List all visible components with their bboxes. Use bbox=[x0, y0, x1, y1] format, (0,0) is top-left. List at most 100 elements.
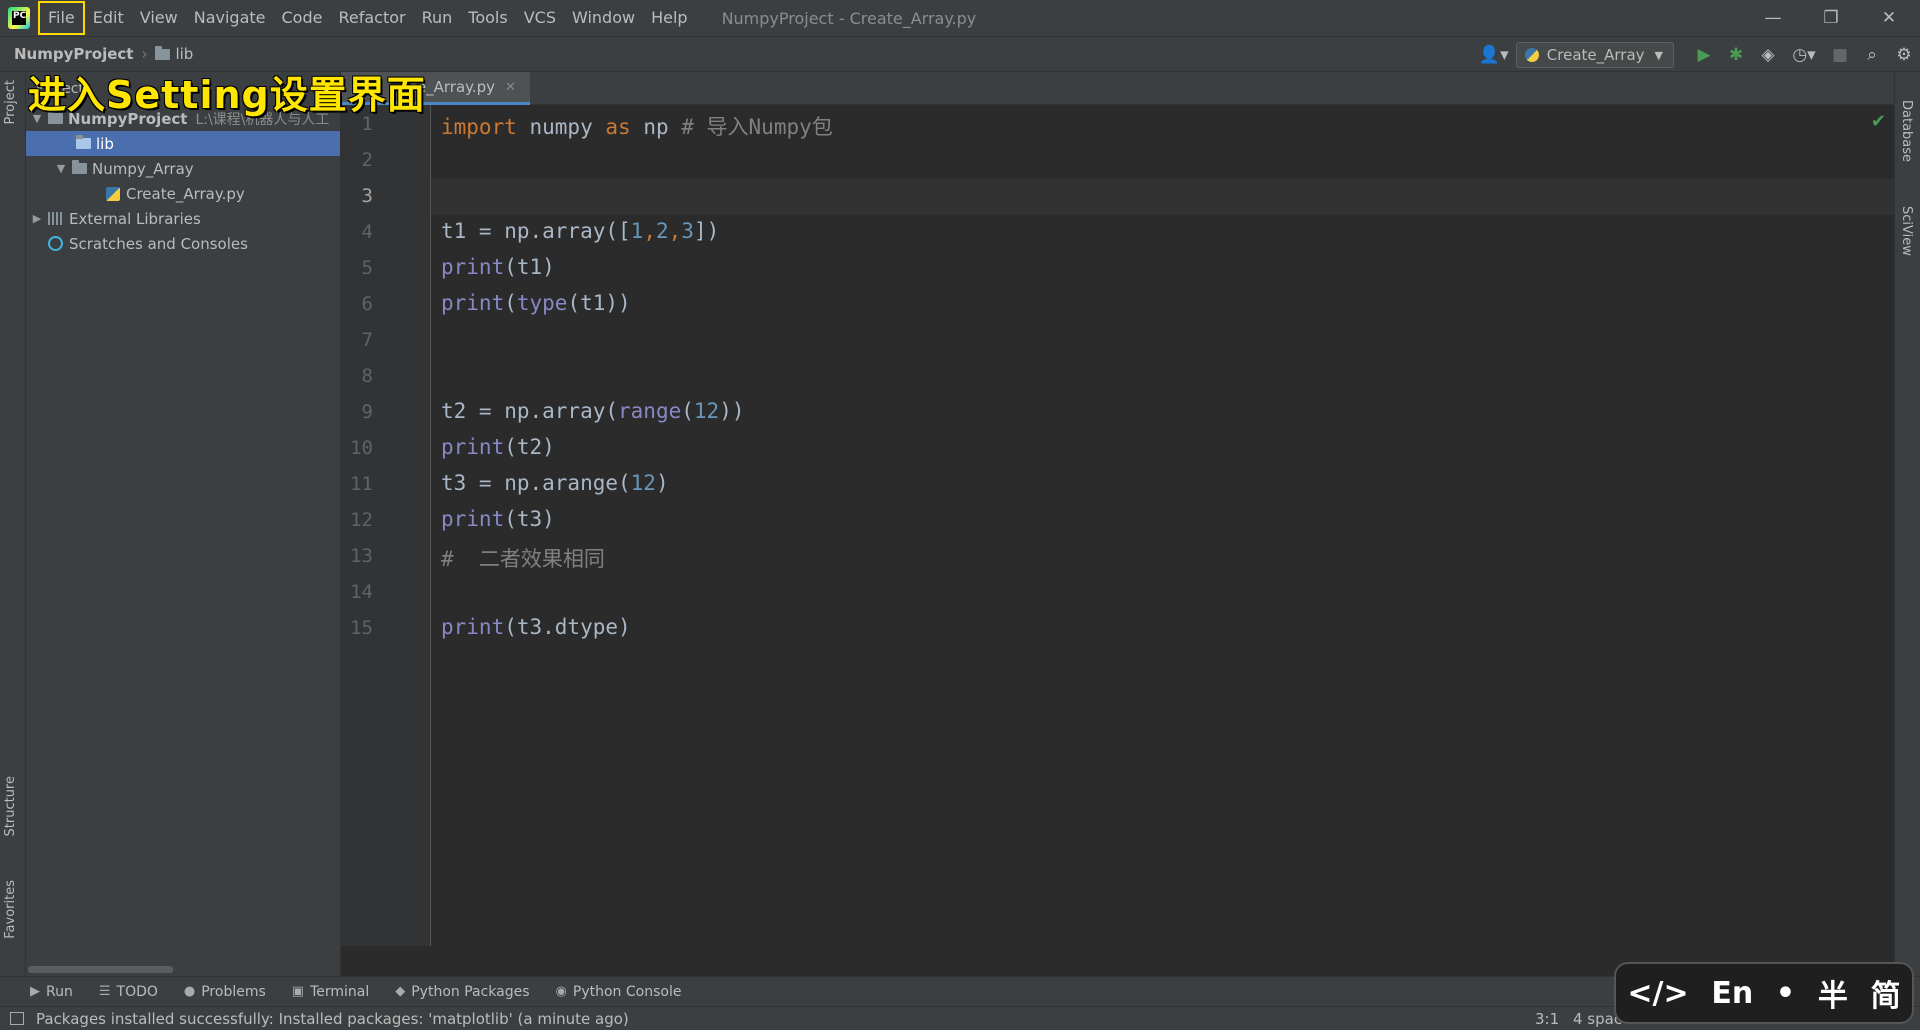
code-area[interactable]: import numpy as np # 导入Numpy包 t1 = np.ar… bbox=[431, 105, 1894, 946]
restore-button[interactable]: ❐ bbox=[1802, 0, 1860, 36]
breadcrumb-folder[interactable]: lib bbox=[175, 45, 193, 63]
menu-file[interactable]: File bbox=[38, 1, 85, 35]
tool-tab-database[interactable]: Database bbox=[1899, 100, 1914, 162]
menu-code[interactable]: Code bbox=[274, 0, 331, 36]
close-icon[interactable]: ✕ bbox=[505, 80, 516, 95]
tab-label: Run bbox=[46, 983, 73, 1000]
tab-problems[interactable]: ● Problems bbox=[184, 984, 266, 1000]
scratches-icon bbox=[48, 236, 63, 251]
tree-item-numpy-array[interactable]: ▼ Numpy_Array bbox=[26, 156, 340, 181]
list-icon: ☰ bbox=[98, 984, 111, 999]
stop-icon[interactable]: ■ bbox=[1824, 39, 1856, 71]
tree-item-project-root[interactable]: ▼ NumpyProject L:\课程\机器人与人工 bbox=[26, 106, 340, 131]
tree-item-label: External Libraries bbox=[69, 209, 201, 228]
tool-tab-favorites[interactable]: Favorites bbox=[3, 880, 18, 939]
tab-label: TODO bbox=[116, 983, 158, 1000]
chevron-down-icon[interactable]: ▼ bbox=[54, 162, 68, 175]
coverage-icon[interactable]: ◈ bbox=[1752, 39, 1784, 71]
toolbar-right: 👤▾ Create_Array ▼ ▶ ✱ ◈ ◷▾ ■ ⌕ ⚙ bbox=[1472, 37, 1920, 73]
current-line-highlight bbox=[431, 179, 1894, 215]
run-config-selector[interactable]: Create_Array ▼ bbox=[1515, 42, 1674, 68]
code-line-13: # 二者效果相同 bbox=[441, 547, 605, 571]
python-file-icon bbox=[106, 186, 120, 201]
folder-icon bbox=[76, 135, 91, 149]
line-number: 4 bbox=[361, 221, 373, 243]
menu-window[interactable]: Window bbox=[564, 0, 643, 36]
ime-simplified[interactable]: 简 bbox=[1871, 971, 1901, 1015]
tree-item-scratches[interactable]: Scratches and Consoles bbox=[26, 231, 340, 256]
checkmark-icon[interactable]: ✔ bbox=[1871, 111, 1886, 132]
debug-icon[interactable]: ✱ bbox=[1720, 39, 1752, 71]
tree-item-label: NumpyProject bbox=[68, 109, 188, 128]
tool-tab-structure[interactable]: Structure bbox=[3, 776, 18, 836]
navigation-bar: NumpyProject › lib 👤▾ Create_Array ▼ ▶ ✱… bbox=[0, 36, 1920, 72]
breadcrumb-project[interactable]: NumpyProject bbox=[14, 45, 133, 63]
library-icon bbox=[48, 212, 63, 225]
chevron-right-icon[interactable]: ▶ bbox=[30, 212, 44, 225]
menu-refactor[interactable]: Refactor bbox=[330, 0, 413, 36]
tree-item-label: Scratches and Consoles bbox=[69, 234, 248, 253]
close-window-button[interactable]: ✕ bbox=[1860, 0, 1918, 36]
tool-tab-sciview[interactable]: SciView bbox=[1899, 206, 1914, 256]
ime-half-width[interactable]: 半 bbox=[1818, 971, 1848, 1015]
tree-item-label: lib bbox=[96, 134, 114, 153]
project-panel: Project ▼ NumpyProject L:\课程\机器人与人工 lib … bbox=[26, 72, 341, 976]
folder-icon bbox=[155, 45, 171, 60]
search-icon[interactable]: ⌕ bbox=[1856, 39, 1888, 71]
menu-navigate[interactable]: Navigate bbox=[186, 0, 274, 36]
tab-python-packages[interactable]: ◆ Python Packages bbox=[395, 984, 529, 1000]
tree-item-label: Create_Array.py bbox=[126, 184, 245, 203]
ime-toolbar: </> En • 半 简 bbox=[1614, 962, 1914, 1024]
line-number: 11 bbox=[350, 473, 373, 495]
tab-run[interactable]: ▶ Run bbox=[30, 984, 73, 1000]
tab-terminal[interactable]: ▣ Terminal bbox=[292, 984, 369, 1000]
line-number: 8 bbox=[361, 365, 373, 387]
scrollbar-thumb[interactable] bbox=[28, 966, 173, 973]
window-icon[interactable] bbox=[10, 1012, 24, 1025]
menu-run[interactable]: Run bbox=[414, 0, 461, 36]
menu-vcs[interactable]: VCS bbox=[516, 0, 564, 36]
profile-icon[interactable]: ◷▾ bbox=[1784, 39, 1824, 71]
menu-view[interactable]: View bbox=[132, 0, 186, 36]
tree-item-lib[interactable]: lib bbox=[26, 131, 340, 156]
right-tool-strip: Database SciView bbox=[1894, 72, 1920, 976]
project-horizontal-scrollbar[interactable] bbox=[26, 962, 341, 976]
line-number: 1 bbox=[361, 113, 373, 135]
code-line-4: t1 = np.array([1,2,3]) bbox=[441, 219, 720, 243]
folder-icon bbox=[72, 160, 87, 174]
tab-python-console[interactable]: ◉ Python Console bbox=[556, 984, 682, 1000]
user-icon[interactable]: 👤▾ bbox=[1472, 39, 1516, 71]
ime-language[interactable]: En bbox=[1711, 976, 1753, 1011]
gear-icon[interactable]: ⚙ bbox=[1888, 39, 1920, 71]
status-message[interactable]: Packages installed successfully: Install… bbox=[36, 1010, 629, 1028]
window-title: NumpyProject - Create_Array.py bbox=[721, 8, 977, 28]
line-number: 3 bbox=[361, 185, 373, 207]
line-number: 5 bbox=[361, 257, 373, 279]
code-line-12: print(t3) bbox=[441, 507, 555, 531]
tree-item-external-libraries[interactable]: ▶ External Libraries bbox=[26, 206, 340, 231]
tab-label: Python Console bbox=[572, 983, 682, 1000]
project-panel-header: Project bbox=[36, 81, 84, 97]
code-editor[interactable]: 1 2 3 4 5 6 7 8 9 10 11 12 13 14 15 impo… bbox=[341, 105, 1894, 946]
code-line-6: print(type(t1)) bbox=[441, 291, 631, 315]
run-icon: ▶ bbox=[30, 984, 40, 999]
line-number: 14 bbox=[350, 581, 373, 603]
menu-edit[interactable]: Edit bbox=[85, 0, 132, 36]
run-icon[interactable]: ▶ bbox=[1688, 39, 1720, 71]
tree-item-create-array[interactable]: Create_Array.py bbox=[26, 181, 340, 206]
line-number: 13 bbox=[350, 545, 373, 567]
caret-position[interactable]: 3:1 bbox=[1535, 1010, 1559, 1028]
python-console-icon: ◉ bbox=[555, 984, 567, 999]
tab-create-array[interactable]: te_Array.py ✕ bbox=[341, 72, 530, 105]
tab-todo[interactable]: ☰ TODO bbox=[99, 984, 158, 1000]
tool-tab-project[interactable]: Project bbox=[3, 80, 18, 124]
line-number: 12 bbox=[350, 509, 373, 531]
tree-item-label: Numpy_Array bbox=[92, 159, 194, 178]
menu-tools[interactable]: Tools bbox=[460, 0, 515, 36]
menu-help[interactable]: Help bbox=[643, 0, 695, 36]
ime-dot: • bbox=[1775, 975, 1796, 1011]
minimize-button[interactable]: — bbox=[1744, 0, 1802, 36]
chevron-down-icon[interactable]: ▼ bbox=[30, 112, 44, 125]
line-number: 15 bbox=[350, 617, 373, 639]
ime-code-icon[interactable]: </> bbox=[1627, 976, 1688, 1011]
